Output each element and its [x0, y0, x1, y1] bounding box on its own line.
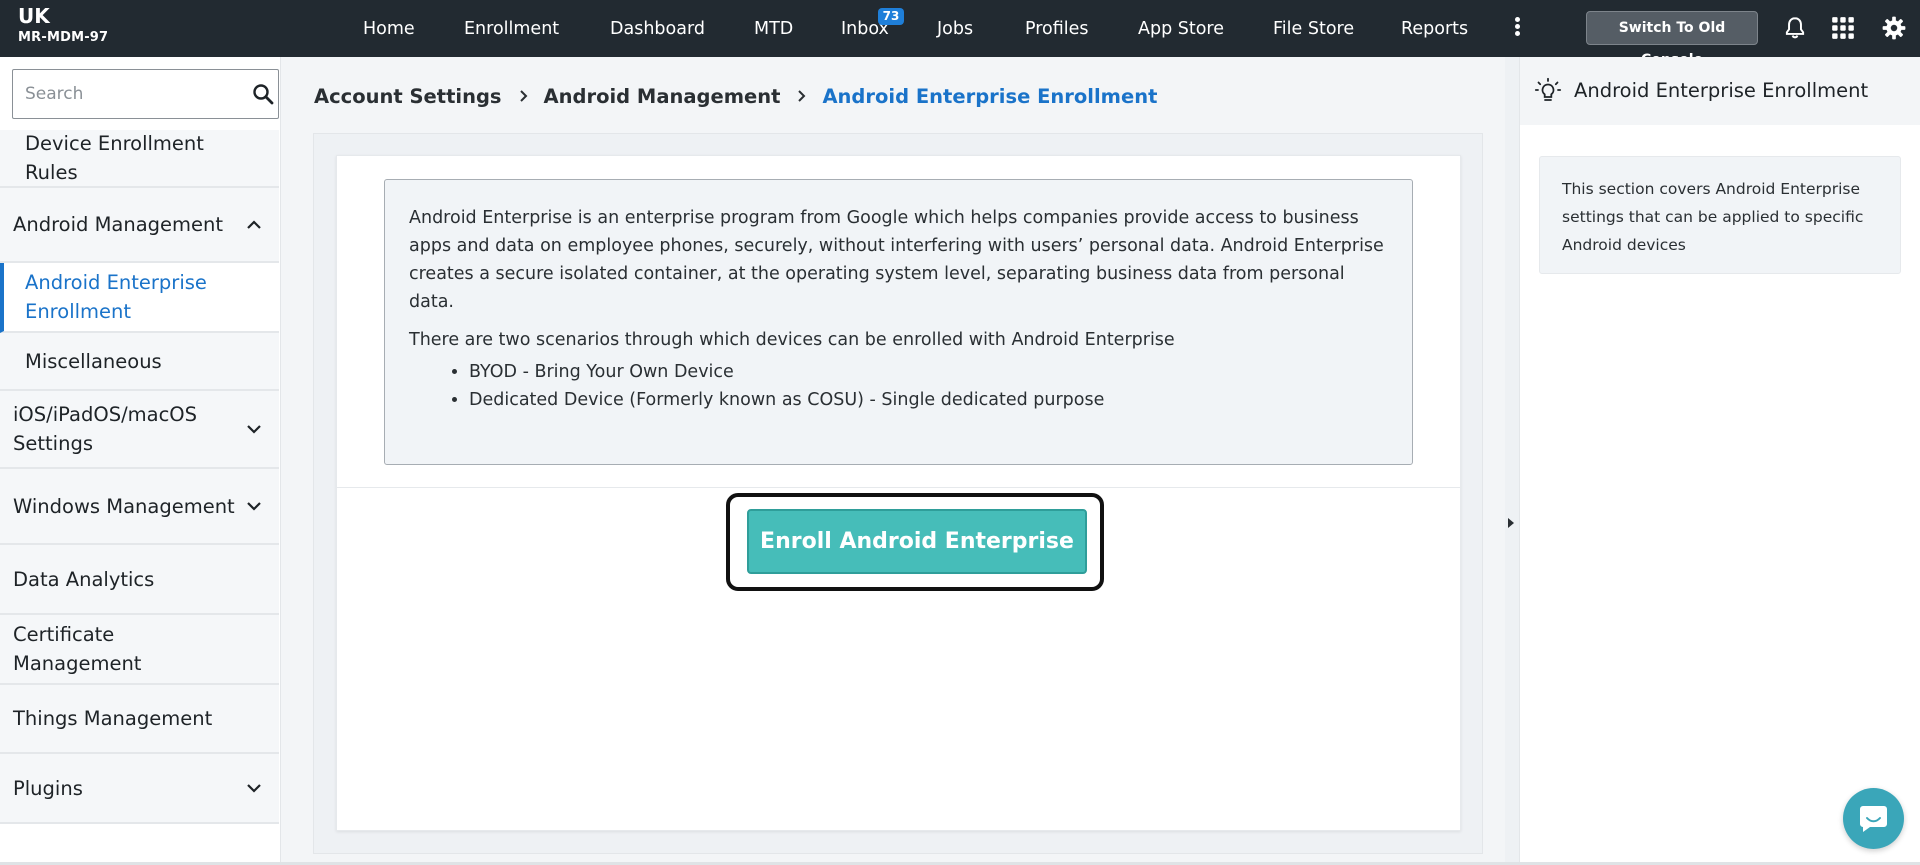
lightbulb-icon	[1534, 77, 1562, 101]
bell-icon[interactable]	[1782, 15, 1808, 41]
sidebar-item-things-management[interactable]: Things Management	[0, 685, 279, 754]
sidebar-item-label: iOS/iPadOS/macOS Settings	[13, 403, 198, 455]
sidebar-item-label: Miscellaneous	[25, 349, 162, 373]
section-divider	[336, 487, 1461, 488]
sidebar-group-plugins[interactable]: Plugins	[0, 754, 279, 824]
sidebar-group-ios-settings[interactable]: iOS/iPadOS/macOS Settings	[0, 391, 279, 469]
caret-right-icon	[1508, 518, 1514, 528]
sidebar-item-label: Device Enrollment Rules	[25, 132, 204, 184]
sidebar-item-label: Android Management	[13, 213, 224, 236]
android-enterprise-info-box: Android Enterprise is an enterprise prog…	[384, 179, 1413, 465]
sidebar-item-miscellaneous[interactable]: Miscellaneous	[0, 333, 279, 391]
enroll-android-enterprise-button[interactable]: Enroll Android Enterprise	[747, 509, 1087, 574]
scenario-list: BYOD - Bring Your Own Device Dedicated D…	[409, 358, 1388, 414]
breadcrumb-account-settings[interactable]: Account Settings	[314, 85, 502, 108]
nav-file-store[interactable]: File Store	[1273, 19, 1354, 39]
intro-paragraph: Android Enterprise is an enterprise prog…	[409, 208, 1384, 312]
chevron-right-icon	[798, 90, 806, 102]
chevron-down-icon	[247, 502, 261, 511]
kebab-vertical-icon[interactable]	[1508, 15, 1526, 41]
help-title: Android Enterprise Enrollment	[1574, 79, 1869, 102]
sidebar-item-device-enrollment-rules[interactable]: Device Enrollment Rules	[0, 130, 279, 188]
settings-sidebar: Device Enrollment Rules Android Manageme…	[0, 57, 281, 865]
chat-icon	[1860, 806, 1887, 832]
top-navbar: UK MR-MDM-97 Home Enrollment Dashboard M…	[0, 0, 1920, 68]
sidebar-search-input[interactable]	[13, 70, 243, 118]
sidebar-group-windows-management[interactable]: Windows Management	[0, 469, 279, 545]
gear-icon[interactable]	[1881, 15, 1907, 41]
help-panel-toggle[interactable]	[1505, 57, 1519, 865]
nav-enrollment[interactable]: Enrollment	[464, 19, 559, 39]
sidebar-item-label: Things Management	[13, 707, 213, 730]
switch-old-console-button[interactable]: Switch To Old Console	[1586, 11, 1758, 68]
sidebar-item-label: Plugins	[13, 776, 83, 800]
org-id: MR-MDM-97	[18, 30, 109, 45]
chat-support-button[interactable]	[1843, 788, 1904, 849]
sidebar-item-android-enterprise-enrollment[interactable]: Android Enterprise Enrollment	[0, 263, 279, 333]
breadcrumb-current-page: Android Enterprise Enrollment	[822, 84, 1158, 108]
nav-reports[interactable]: Reports	[1401, 19, 1468, 39]
chevron-down-icon	[247, 784, 261, 793]
help-panel: Android Enterprise Enrollment This secti…	[1519, 57, 1920, 865]
sidebar-item-data-analytics[interactable]: Data Analytics	[0, 545, 279, 615]
sidebar-item-label: Android Enterprise Enrollment	[25, 271, 207, 323]
help-description: This section covers Android Enterprise s…	[1539, 156, 1901, 274]
chevron-up-icon	[247, 219, 261, 229]
chevron-right-icon	[519, 90, 527, 102]
breadcrumb-android-management[interactable]: Android Management	[544, 85, 781, 108]
inbox-count-badge: 73	[878, 8, 904, 25]
nav-dashboard[interactable]: Dashboard	[610, 19, 705, 39]
nav-home[interactable]: Home	[363, 19, 415, 39]
apps-grid-icon[interactable]	[1830, 15, 1856, 41]
nav-jobs[interactable]: Jobs	[937, 19, 973, 39]
sidebar-group-android-management[interactable]: Android Management	[0, 188, 279, 263]
scenarios-intro: There are two scenarios through which de…	[409, 330, 1175, 350]
help-header: Android Enterprise Enrollment	[1520, 57, 1920, 125]
chevron-down-icon	[247, 425, 261, 434]
org-switcher[interactable]: UK MR-MDM-97	[18, 4, 108, 48]
search-icon[interactable]	[251, 82, 275, 106]
nav-mtd[interactable]: MTD	[754, 19, 793, 39]
nav-profiles[interactable]: Profiles	[1025, 19, 1089, 39]
sidebar-item-certificate-management[interactable]: Certificate Management	[0, 615, 279, 685]
sidebar-item-label: Windows Management	[13, 494, 235, 518]
org-name: UK	[18, 4, 50, 28]
sidebar-item-label: Data Analytics	[13, 567, 155, 591]
breadcrumb: Account Settings Android Management Andr…	[314, 84, 1157, 108]
nav-app-store[interactable]: App Store	[1138, 19, 1224, 39]
list-item: BYOD - Bring Your Own Device	[469, 358, 1388, 386]
list-item: Dedicated Device (Formerly known as COSU…	[469, 386, 1388, 414]
sidebar-search	[12, 69, 279, 119]
sidebar-item-label: Certificate Management	[13, 623, 142, 675]
